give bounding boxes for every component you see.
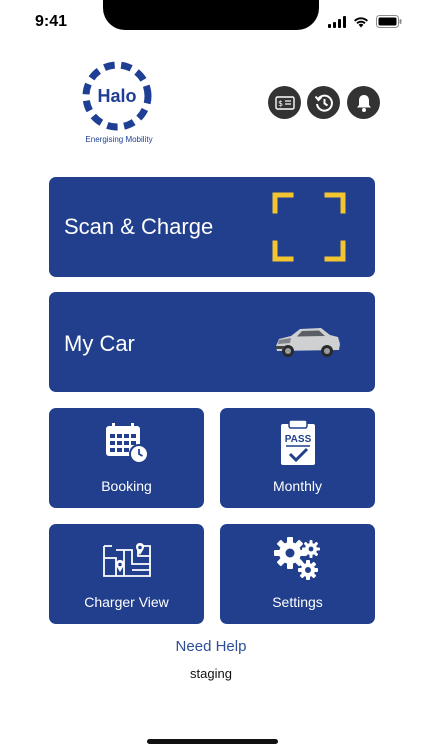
my-car-label: My Car [64,331,135,356]
gears-icon [273,537,320,580]
logo-tagline: Energising Mobility [85,135,153,144]
svg-text:$: $ [277,99,282,108]
notifications-button[interactable] [347,86,380,119]
charger-view-tile[interactable]: Charger View [49,524,204,624]
status-icons [328,15,402,28]
map-icon [102,543,151,577]
car-image [276,328,340,357]
booking-label: Booking [101,478,152,494]
history-icon [314,94,333,112]
signal-icon [328,15,346,28]
environment-label: staging [190,666,232,681]
my-car-tile[interactable]: My Car [49,292,375,392]
pass-icon-text: PASS [284,434,311,445]
settings-tile[interactable]: Settings [220,524,375,624]
charger-view-label: Charger View [84,594,169,610]
need-help-link[interactable]: Need Help [0,638,422,655]
monthly-label: Monthly [272,478,323,494]
bill-icon: $ [274,95,295,110]
wifi-icon [354,16,368,27]
pass-icon: PASS [280,419,315,465]
history-button[interactable] [307,86,340,119]
booking-tile[interactable]: Booking [49,408,204,508]
battery-icon [376,15,402,28]
status-time: 9:41 [35,13,68,30]
bill-button[interactable]: $ [268,86,301,119]
scan-charge-label: Scan & Charge [64,214,214,239]
home-indicator[interactable] [147,739,278,744]
scan-charge-tile[interactable]: Scan & Charge [49,177,375,277]
calendar-clock-icon [105,423,149,464]
device-notch [103,0,319,30]
settings-label: Settings [272,594,323,610]
bell-icon [356,94,371,112]
monthly-tile[interactable]: PASS Monthly [220,408,375,508]
status-bar: 9:41 [0,0,422,44]
scan-frame-icon [272,192,346,262]
logo-text: Halo [97,86,136,106]
